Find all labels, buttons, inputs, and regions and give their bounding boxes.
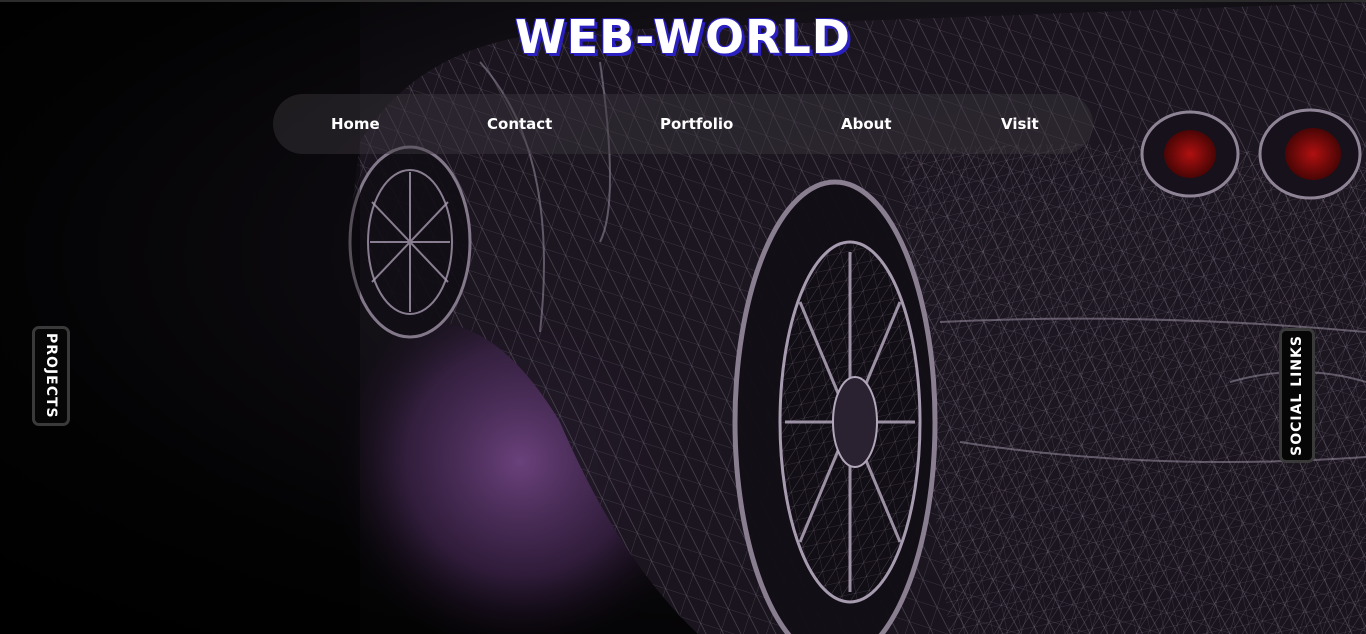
nav-link-about[interactable]: About	[841, 94, 892, 154]
projects-tab-label: PROJECTS	[43, 333, 59, 419]
page: WEB-WORLD Home Contact Portfolio About V…	[0, 0, 1366, 634]
nav-link-contact[interactable]: Contact	[487, 94, 552, 154]
nav-link-visit[interactable]: Visit	[1001, 94, 1039, 154]
site-title: WEB-WORLD	[514, 10, 851, 64]
main-navbar: Home Contact Portfolio About Visit	[273, 94, 1093, 154]
social-links-tab[interactable]: SOCIAL LINKS	[1279, 328, 1315, 463]
projects-tab[interactable]: PROJECTS	[32, 326, 70, 426]
nav-link-portfolio[interactable]: Portfolio	[660, 94, 733, 154]
social-links-tab-label: SOCIAL LINKS	[1289, 335, 1305, 456]
nav-link-home[interactable]: Home	[331, 94, 380, 154]
